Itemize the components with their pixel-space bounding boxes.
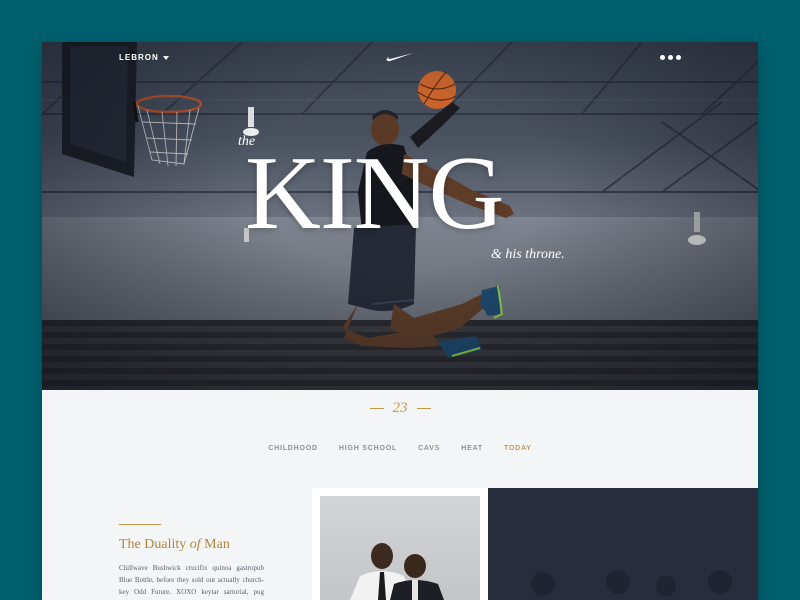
- tab-childhood[interactable]: CHILDHOOD: [268, 445, 318, 452]
- panel-silhouettes: [531, 570, 732, 596]
- article-body: Chillwave Bushwick crucifix quinoa gastr…: [119, 564, 264, 596]
- jersey-number: 23: [392, 400, 408, 416]
- tab-today[interactable]: TODAY: [504, 445, 532, 452]
- dot: [676, 55, 681, 60]
- jersey-number-row: 23: [42, 400, 758, 417]
- article-title: The Duality of Man: [119, 537, 230, 553]
- photo-people-illustration: [350, 543, 444, 600]
- number-rule-left: [369, 408, 384, 409]
- player-menu-dropdown[interactable]: LEBRON: [119, 53, 169, 62]
- player-menu-label: LEBRON: [119, 53, 159, 62]
- dot: [660, 55, 665, 60]
- article-title-post: Man: [200, 537, 230, 552]
- duo-photo: [320, 496, 480, 600]
- tab-heat[interactable]: HEAT: [461, 445, 483, 452]
- dark-feature-panel[interactable]: [488, 488, 758, 600]
- article-title-pre: The Duality: [119, 537, 190, 552]
- timeline-tabs: CHILDHOOD HIGH SCHOOL CAVS HEAT TODAY: [42, 445, 758, 452]
- photo-card[interactable]: [312, 488, 488, 600]
- tab-cavs[interactable]: CAVS: [418, 445, 440, 452]
- article-divider: [119, 524, 161, 525]
- more-dots-icon[interactable]: [660, 55, 681, 60]
- number-rule-right: [416, 408, 431, 409]
- article-title-em: of: [189, 537, 201, 552]
- chevron-down-icon: [162, 55, 169, 60]
- hero-title: KING: [245, 134, 504, 251]
- hero-suffix: & his throne.: [491, 247, 565, 262]
- nike-swoosh-logo[interactable]: [386, 52, 414, 62]
- tab-high-school[interactable]: HIGH SCHOOL: [339, 445, 397, 452]
- page-frame: the KING & his throne. LEBRON 23 CHILDHO…: [42, 42, 758, 600]
- dot: [668, 55, 673, 60]
- hero-banner: the KING & his throne. LEBRON: [42, 42, 758, 390]
